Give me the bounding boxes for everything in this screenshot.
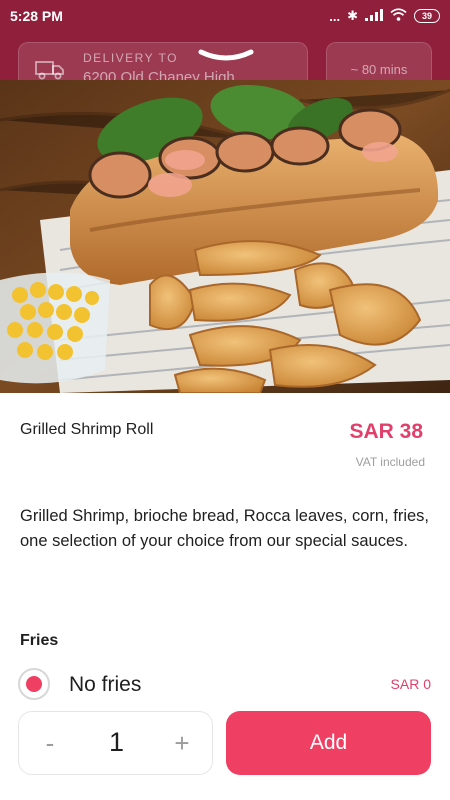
bluetooth-icon: ✱ xyxy=(347,8,358,23)
radio-button-selected[interactable] xyxy=(18,668,50,700)
delivery-label: DELIVERY TO xyxy=(83,51,178,65)
product-description: Grilled Shrimp, brioche bread, Rocca lea… xyxy=(20,507,430,550)
increase-quantity-button[interactable]: + xyxy=(165,726,199,760)
battery-icon: 39 xyxy=(414,9,440,23)
status-bar: 5:28 PM ... ✱ 39 xyxy=(0,0,450,32)
product-detail-sheet: Grilled Shrimp Roll SAR 38 VAT included … xyxy=(0,80,450,800)
add-button-label: Add xyxy=(309,731,348,754)
add-to-cart-button[interactable]: Add xyxy=(226,711,431,775)
vat-note: VAT included xyxy=(355,455,425,469)
eta-text: ~ 80 mins xyxy=(350,61,408,77)
product-name: Grilled Shrimp Roll xyxy=(20,421,154,438)
signal-icon xyxy=(365,8,383,24)
notification-dots-icon: ... xyxy=(329,8,341,24)
quantity-value: 1 xyxy=(108,727,125,757)
status-icons: ... ✱ 39 xyxy=(329,8,440,24)
radio-selected-dot xyxy=(26,676,42,692)
status-time: 5:28 PM xyxy=(10,8,63,24)
wifi-icon xyxy=(390,8,407,24)
quantity-stepper: - 1 + xyxy=(18,711,213,775)
truck-icon xyxy=(35,59,65,81)
option-no-fries[interactable]: No fries SAR 0 xyxy=(18,664,432,704)
option-label: No fries xyxy=(69,673,142,696)
sheet-collapse-chevron-icon[interactable] xyxy=(197,48,255,64)
product-price: SAR 38 xyxy=(349,420,423,443)
decrease-quantity-button[interactable]: - xyxy=(33,726,67,760)
option-price: SAR 0 xyxy=(390,676,431,692)
product-photo xyxy=(0,80,450,393)
fries-section-title: Fries xyxy=(20,632,59,649)
